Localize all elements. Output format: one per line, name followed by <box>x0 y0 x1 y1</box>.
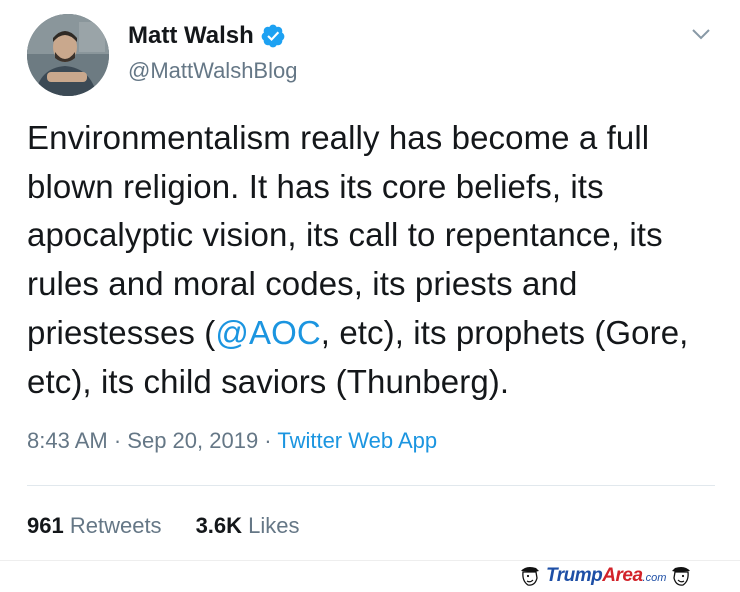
avatar-photo-icon <box>27 14 109 96</box>
retweets-stat[interactable]: 961 Retweets <box>27 513 162 539</box>
watermark-text-area: Area <box>602 565 643 586</box>
avatar[interactable] <box>27 14 109 96</box>
divider <box>27 485 715 486</box>
watermark-text-trump: Trump <box>546 565 603 586</box>
author-handle[interactable]: @MattWalshBlog <box>128 58 297 84</box>
retweets-label: Retweets <box>69 513 162 538</box>
mention-link[interactable]: @AOC <box>215 314 320 351</box>
engagement-stats: 961 Retweets 3.6K Likes <box>27 513 334 539</box>
watermark-text-com: .com <box>642 572 667 584</box>
display-name[interactable]: Matt Walsh <box>128 22 254 50</box>
tweet-card: Matt Walsh @MattWalshBlog Environmentali… <box>0 0 740 560</box>
tweet-date[interactable]: Sep 20, 2019 <box>127 428 258 453</box>
watermark: Trump Area .com <box>518 565 693 587</box>
likes-label: Likes <box>248 513 300 538</box>
tweet-source-link[interactable]: Twitter Web App <box>277 428 437 453</box>
watermark-divider <box>0 560 740 561</box>
tweet-text: Environmentalism really has become a ful… <box>27 114 727 406</box>
trump-caricature-icon <box>518 565 542 587</box>
meta-separator: · <box>258 428 278 453</box>
trump-caricature-icon <box>669 565 693 587</box>
tweet-meta: 8:43 AM · Sep 20, 2019 · Twitter Web App <box>27 428 437 454</box>
likes-stat[interactable]: 3.6K Likes <box>196 513 300 539</box>
tweet-time[interactable]: 8:43 AM <box>27 428 108 453</box>
meta-separator: · <box>107 428 128 453</box>
likes-count: 3.6K <box>195 513 243 538</box>
retweets-count: 961 <box>27 513 64 538</box>
verified-badge-icon <box>260 23 286 49</box>
author-name-row: Matt Walsh <box>128 22 286 50</box>
chevron-down-icon[interactable] <box>690 26 712 42</box>
